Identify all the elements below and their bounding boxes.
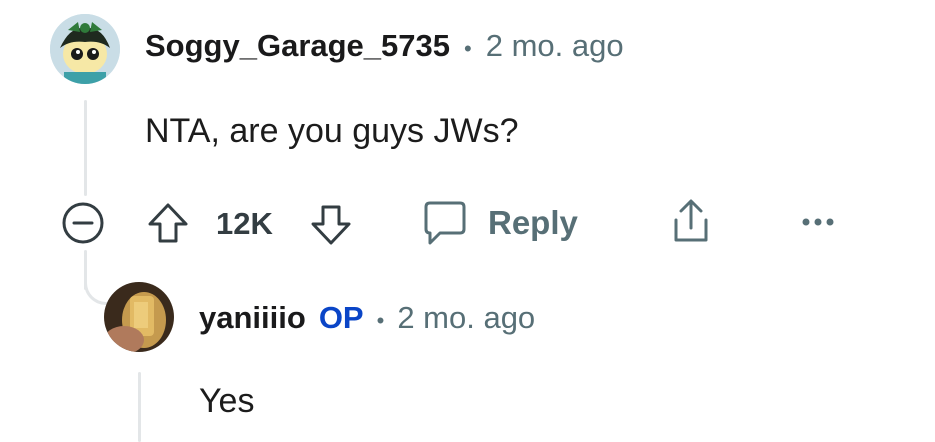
comment-timestamp: 2 mo. ago <box>485 28 624 63</box>
comment-username[interactable]: Soggy_Garage_5735 <box>145 28 450 64</box>
reply-username[interactable]: yaniiiio <box>199 300 306 336</box>
upvote-button[interactable] <box>145 200 191 246</box>
reply-button[interactable]: Reply <box>420 199 578 247</box>
share-button[interactable] <box>666 196 716 246</box>
reply-avatar-image <box>104 282 174 352</box>
reply-label: Reply <box>488 204 578 241</box>
reply-avatar[interactable] <box>104 282 174 352</box>
share-icon <box>674 199 708 242</box>
ellipsis-icon <box>802 218 834 226</box>
reply-body: Yes <box>199 382 255 420</box>
reply-timestamp: 2 mo. ago <box>397 300 536 335</box>
thread-line-main <box>84 100 87 196</box>
arrow-up-icon <box>148 203 188 243</box>
avatar[interactable] <box>50 14 120 84</box>
comment-header: Soggy_Garage_5735 • 2 mo. ago <box>145 28 624 64</box>
vote-count: 12K <box>216 206 273 241</box>
comment-body: NTA, are you guys JWs? <box>145 112 519 150</box>
thread-line-reply <box>138 372 141 442</box>
reply-meta-separator: • <box>376 308 385 333</box>
reply-header: yaniiiio OP • 2 mo. ago <box>199 300 535 336</box>
speech-bubble-icon <box>424 201 466 245</box>
arrow-down-icon <box>311 205 351 245</box>
avatar-image <box>50 14 120 84</box>
op-badge: OP <box>318 300 364 335</box>
more-options-button[interactable] <box>800 210 836 234</box>
meta-separator: • <box>464 36 472 61</box>
collapse-button[interactable] <box>60 200 106 246</box>
minus-circle-icon <box>62 202 104 244</box>
downvote-button[interactable] <box>308 202 354 248</box>
